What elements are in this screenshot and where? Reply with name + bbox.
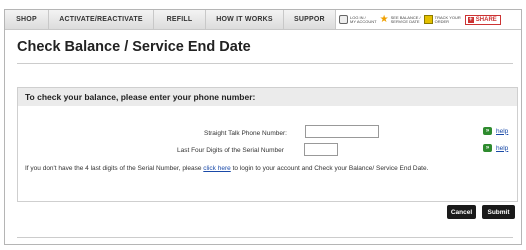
document-icon xyxy=(423,15,433,24)
page-title: Check Balance / Service End Date xyxy=(17,39,251,55)
phone-help[interactable]: » help xyxy=(483,127,508,135)
see-balance-link[interactable]: ★ SEE BALANCE / SERVICE DATE xyxy=(379,14,421,25)
share-label: SHARE xyxy=(475,16,497,23)
serial-digits-input[interactable] xyxy=(304,143,338,156)
see-balance-label: SEE BALANCE / SERVICE DATE xyxy=(390,14,421,24)
double-chevron-right-icon: » xyxy=(483,144,492,152)
double-chevron-right-icon: » xyxy=(483,127,492,135)
phone-number-input[interactable] xyxy=(305,125,379,138)
info-text: If you don't have the 4 last digits of t… xyxy=(25,165,429,172)
click-here-link[interactable]: click here xyxy=(203,165,230,172)
tab-shop[interactable]: SHOP xyxy=(5,10,49,29)
share-button[interactable]: + SHARE xyxy=(464,14,501,25)
tab-support[interactable]: SUPPOR xyxy=(284,10,336,29)
tab-refill[interactable]: REFILL xyxy=(154,10,206,29)
track-order-link[interactable]: TRACK YOUR ORDER xyxy=(423,14,461,24)
track-order-label: TRACK YOUR ORDER xyxy=(434,14,461,24)
lock-icon xyxy=(339,15,348,24)
submit-button[interactable]: Submit xyxy=(482,205,515,219)
serial-help-link[interactable]: help xyxy=(496,145,508,152)
main-frame: SHOP ACTIVATE/REACTIVATE REFILL HOW IT W… xyxy=(4,9,522,245)
top-nav: SHOP ACTIVATE/REACTIVATE REFILL HOW IT W… xyxy=(5,10,521,30)
balance-form-panel: To check your balance, please enter your… xyxy=(17,87,518,202)
divider xyxy=(17,63,513,64)
login-label: LOG IN / MY ACCOUNT xyxy=(350,14,377,24)
login-link[interactable]: LOG IN / MY ACCOUNT xyxy=(339,15,377,24)
plus-icon: + xyxy=(467,16,474,23)
tab-how-it-works[interactable]: HOW IT WORKS xyxy=(206,10,284,29)
utility-nav: LOG IN / MY ACCOUNT ★ SEE BALANCE / SERV… xyxy=(336,10,521,29)
panel-heading: To check your balance, please enter your… xyxy=(18,88,517,106)
bottom-divider xyxy=(17,237,513,238)
serial-help[interactable]: » help xyxy=(483,144,508,152)
phone-help-link[interactable]: help xyxy=(496,128,508,135)
tab-activate-reactivate[interactable]: ACTIVATE/REACTIVATE xyxy=(49,10,154,29)
star-icon: ★ xyxy=(379,14,389,25)
phone-label: Straight Talk Phone Number: xyxy=(204,130,287,137)
serial-label: Last Four Digits of the Serial Number xyxy=(177,147,284,154)
cancel-button[interactable]: Cancel xyxy=(447,205,476,219)
